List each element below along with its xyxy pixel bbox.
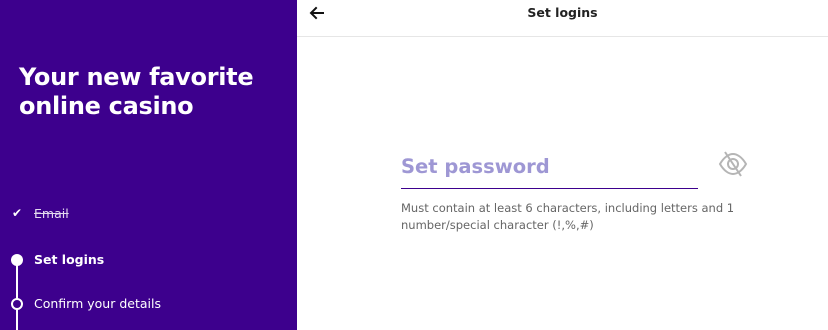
header: Set logins [297,0,828,37]
step-label-email: Email [34,206,69,221]
current-step-icon [11,254,23,266]
sidebar-title: Your new favorite online casino [19,63,254,120]
password-input[interactable] [401,145,698,188]
eye-slash-icon[interactable] [717,148,749,180]
step-label-confirm-details: Confirm your details [34,296,161,311]
upcoming-step-icon [11,298,23,310]
sidebar: Your new favorite online casino ✔ Email … [0,0,297,330]
password-field [401,145,698,189]
check-icon: ✔ [12,206,23,220]
progress-line [16,259,18,330]
step-label-set-logins: Set logins [34,252,105,267]
password-helper-text: Must contain at least 6 characters, incl… [401,201,735,232]
page-title: Set logins [527,5,598,20]
